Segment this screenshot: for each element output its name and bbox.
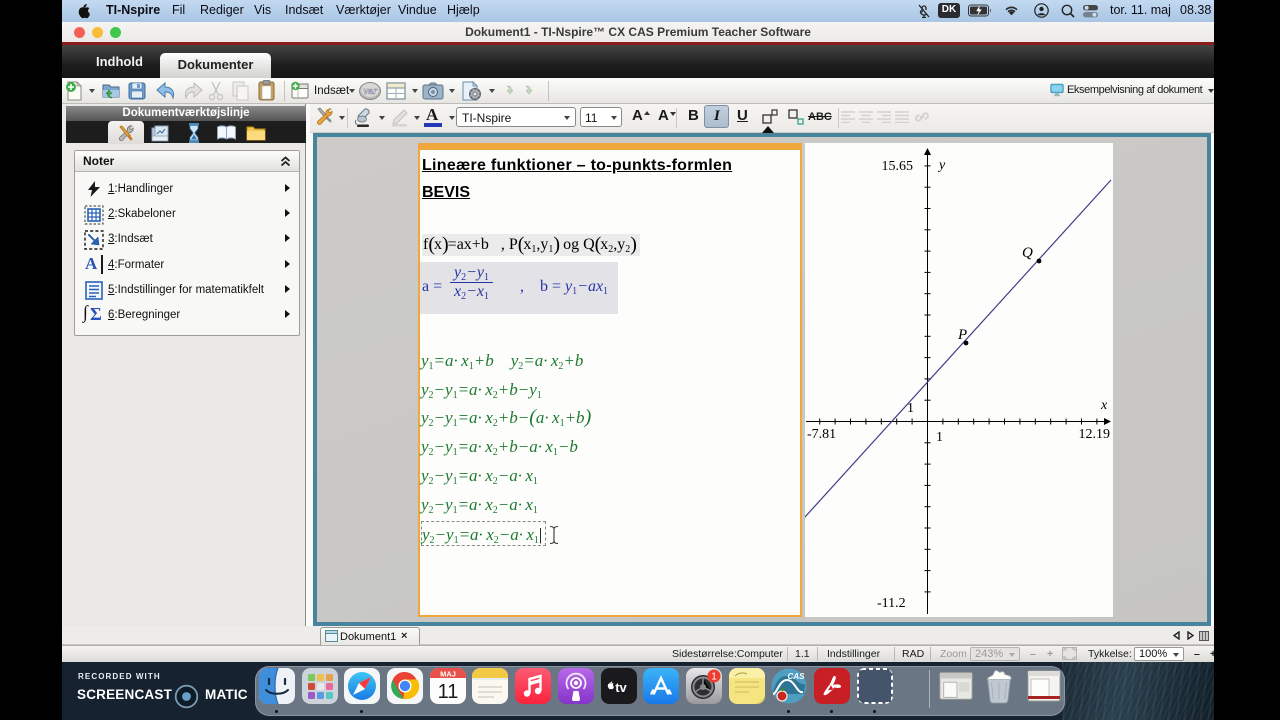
svg-text:1: 1 — [907, 401, 914, 416]
svg-text:-11.2: -11.2 — [877, 596, 906, 611]
svg-text:1: 1 — [711, 672, 717, 683]
svg-text:11: 11 — [438, 681, 459, 703]
svg-text:1: 1 — [936, 430, 943, 445]
svg-text:CAS: CAS — [788, 672, 806, 681]
svg-text:tv: tv — [615, 680, 627, 695]
svg-text:x: x — [1100, 398, 1108, 413]
svg-text:12.19: 12.19 — [1079, 427, 1111, 442]
svg-text:P: P — [957, 327, 967, 343]
svg-text:var: var — [363, 86, 377, 96]
svg-text:15.65: 15.65 — [882, 159, 914, 174]
svg-text:Q: Q — [1022, 245, 1033, 261]
svg-text:-7.81: -7.81 — [807, 427, 836, 442]
svg-text:y: y — [937, 158, 946, 173]
svg-text:MAJ: MAJ — [440, 670, 456, 679]
